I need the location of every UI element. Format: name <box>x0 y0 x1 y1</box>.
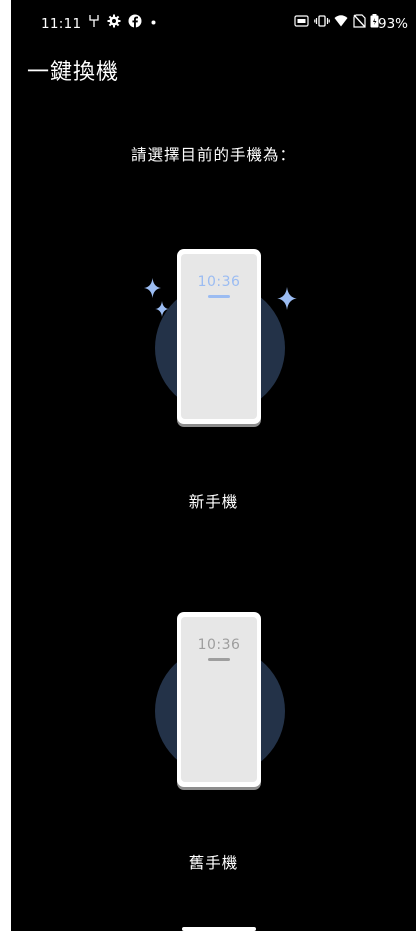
prompt-text: 請選擇目前的手機為： <box>130 146 296 164</box>
sparkle-icon <box>155 301 169 317</box>
usb-icon <box>89 15 99 27</box>
new-phone-option[interactable]: 10:36 新手機 <box>11 240 416 540</box>
phone-illustration: 10:36 <box>177 249 261 424</box>
vibrate-icon <box>314 15 330 27</box>
battery-percent: 93% <box>377 16 408 32</box>
status-bar: 11:11 93% <box>11 0 416 44</box>
sparkle-icon <box>144 278 161 298</box>
no-sim-icon <box>353 14 366 28</box>
phone-illustration: 10:36 <box>177 612 261 787</box>
screen: 11:11 93% 一鍵換機 請選擇目前的手機為： 10:36 新手機 10:3… <box>11 0 416 931</box>
new-phone-label: 新手機 <box>188 493 239 511</box>
phone-clock: 10:36 <box>197 637 241 653</box>
facebook-icon <box>128 14 142 28</box>
phone-screen: 10:36 <box>181 617 257 782</box>
nfc-icon <box>294 15 309 27</box>
home-indicator[interactable] <box>182 927 256 931</box>
sparkle-icon <box>277 287 297 310</box>
old-phone-label: 舊手機 <box>188 854 239 872</box>
gear-icon <box>107 14 121 28</box>
phone-bar <box>208 295 230 298</box>
old-phone-option[interactable]: 10:36 舊手機 <box>11 602 416 902</box>
status-time: 11:11 <box>41 16 82 32</box>
wifi-icon <box>334 15 348 27</box>
phone-clock: 10:36 <box>197 274 241 290</box>
dot-icon <box>151 20 156 25</box>
phone-screen: 10:36 <box>181 254 257 419</box>
phone-bar <box>208 658 230 661</box>
page-title: 一鍵換機 <box>27 60 120 85</box>
